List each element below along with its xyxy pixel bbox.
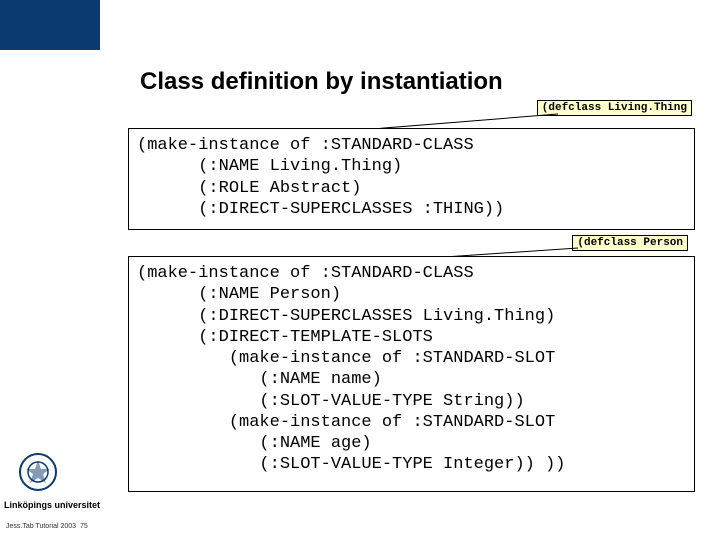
callout-person: (defclass Person (572, 235, 688, 251)
slide-title: Class definition by instantiation (140, 68, 503, 96)
code-block-1: (make-instance of :STANDARD-CLASS (:NAME… (128, 128, 695, 230)
footer-text: Jess.Tab Tutorial 2003 (6, 523, 76, 530)
code-block-2: (make-instance of :STANDARD-CLASS (:NAME… (128, 256, 695, 492)
callout-livingthing: (defclass Living.Thing (537, 100, 692, 116)
university-name: Linköpings universitet (4, 500, 100, 510)
university-seal-icon (18, 452, 58, 492)
header-stripe (0, 0, 100, 50)
page-number: 75 (80, 523, 88, 530)
